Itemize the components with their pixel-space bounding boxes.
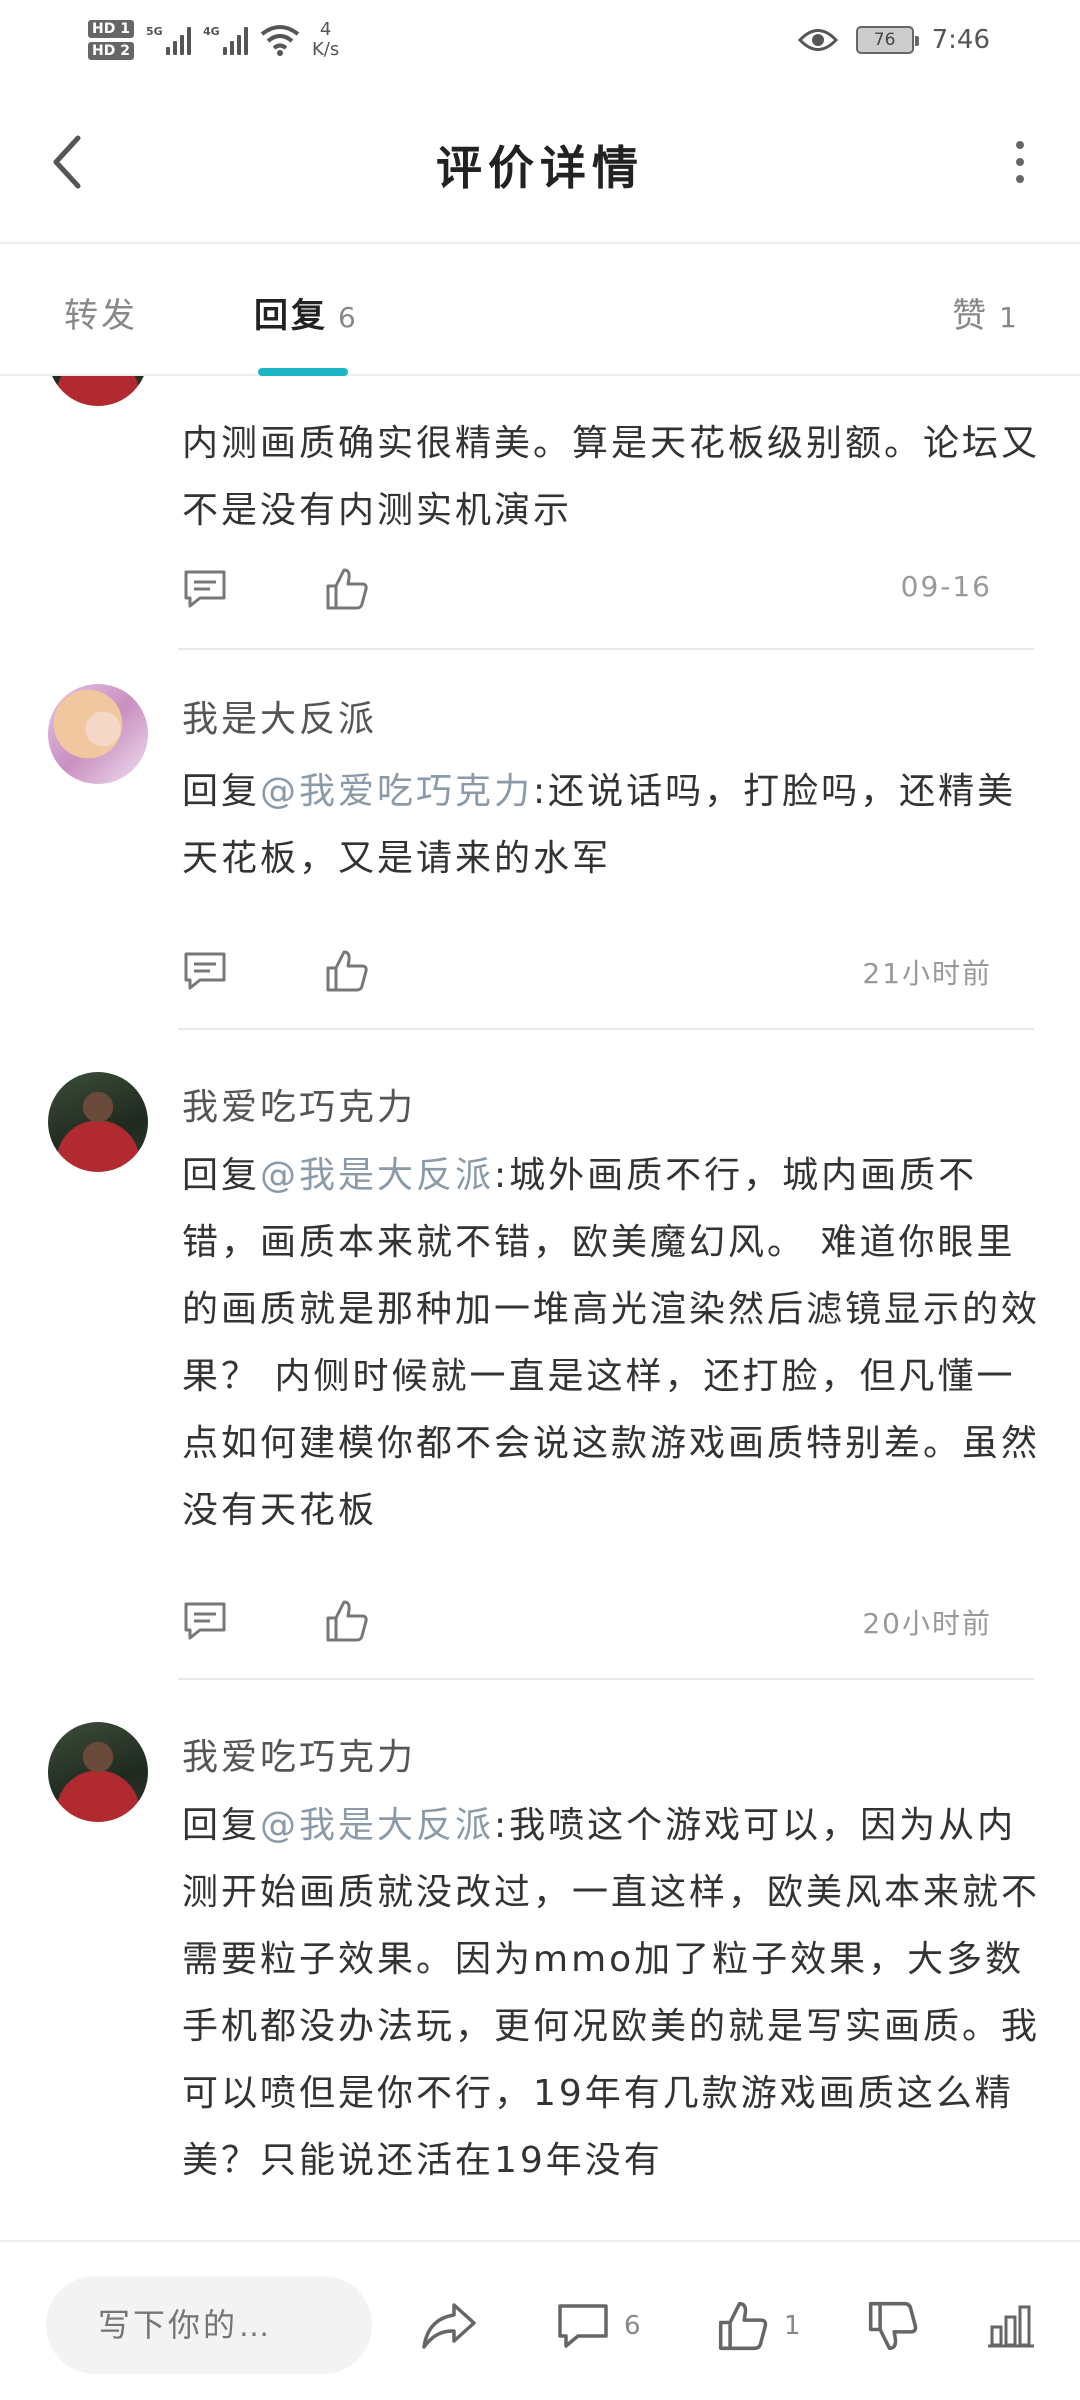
comment-count: 6 xyxy=(624,2311,641,2341)
hd2-badge: HD 2 xyxy=(88,42,134,60)
like-button[interactable]: 1 xyxy=(716,2294,801,2358)
signal-sim1-icon: 5G xyxy=(146,25,191,55)
comment-username[interactable]: 我爱吃巧克力 xyxy=(182,1728,416,1780)
reply-icon[interactable] xyxy=(182,566,228,612)
comment-list: 内测画质确实很精美。算是天花板级别额。论坛又不是没有内测实机演示 09-16 我… xyxy=(0,376,1080,2240)
share-button[interactable] xyxy=(420,2294,478,2358)
comment-icon xyxy=(558,2304,608,2348)
active-tab-indicator xyxy=(258,368,348,376)
comment-time: 20小时前 xyxy=(862,1607,992,1640)
avatar[interactable] xyxy=(48,376,148,406)
sim2-network-label: 4G xyxy=(202,25,220,38)
tab-like-count: 1 xyxy=(999,301,1020,334)
mention-link[interactable]: @我是大反派 xyxy=(260,1805,494,1846)
stats-button[interactable] xyxy=(986,2294,1036,2358)
thumbs-up-icon xyxy=(718,2301,768,2351)
comment-time: 09-16 xyxy=(900,570,992,603)
avatar[interactable] xyxy=(48,684,148,784)
comment-text: 回复@我是大反派:我喷这个游戏可以，因为从内测开始画质就没改过，一直这样，欧美风… xyxy=(182,1792,1042,2194)
signal-sim2-icon: 4G xyxy=(203,25,248,55)
comment-time: 21小时前 xyxy=(862,957,992,990)
bar-chart-icon xyxy=(988,2305,1034,2348)
sim1-network-label: 5G xyxy=(145,25,163,38)
wifi-icon xyxy=(260,25,300,56)
battery-level: 76 xyxy=(873,30,896,50)
bottom-action-bar: 6 1 xyxy=(0,2240,1080,2400)
status-bar: HD 1 HD 2 5G 4G 4 K/s 76 7:46 xyxy=(0,0,1080,80)
reply-icon[interactable] xyxy=(182,1598,228,1644)
hd1-badge: HD 1 xyxy=(88,20,134,38)
comment-item: 我爱吃巧克力 回复@我是大反派:我喷这个游戏可以，因为从内测开始画质就没改过，一… xyxy=(0,1680,1080,2240)
tab-bar: 转发 回复 6 赞1 xyxy=(0,244,1080,376)
comment-username[interactable]: 我爱吃巧克力 xyxy=(182,1078,416,1130)
comment-item: 我爱吃巧克力 回复@我是大反派:城外画质不行，城内画质不错，画质本来就不错，欧美… xyxy=(0,1030,1080,1680)
network-speed: 4 K/s xyxy=(312,20,339,60)
like-icon[interactable] xyxy=(324,948,370,994)
comment-text: 回复@我爱吃巧克力:还说话吗，打脸吗，还精美天花板，又是请来的水军 xyxy=(182,758,1042,892)
dislike-button[interactable] xyxy=(866,2294,920,2358)
like-icon[interactable] xyxy=(324,566,370,612)
status-right: 76 7:46 xyxy=(797,18,990,62)
page-title: 评价详情 xyxy=(436,141,644,195)
status-left: HD 1 HD 2 5G 4G 4 K/s xyxy=(88,10,339,70)
like-count: 1 xyxy=(784,2311,801,2341)
comment-button[interactable]: 6 xyxy=(556,2294,641,2358)
tab-forward-label: 转发 xyxy=(64,296,138,336)
avatar[interactable] xyxy=(48,1722,148,1822)
eye-icon xyxy=(797,29,838,51)
clock: 7:46 xyxy=(931,25,990,55)
hd-indicators: HD 1 HD 2 xyxy=(88,20,134,60)
more-dot-icon xyxy=(1016,158,1024,166)
tab-forward[interactable]: 转发 xyxy=(64,288,138,337)
tab-reply-label: 回复 xyxy=(254,296,328,336)
more-dot-icon xyxy=(1016,175,1024,183)
tab-reply[interactable]: 回复 6 xyxy=(254,288,359,337)
comment-body: 内测画质确实很精美。算是天花板级别额。论坛又不是没有内测实机演示 xyxy=(182,423,1041,531)
comment-actions: 21小时前 xyxy=(182,940,1042,1000)
reply-prefix: 回复 xyxy=(182,1155,261,1196)
comment-actions: 09-16 xyxy=(182,558,1042,618)
thumbs-down-icon xyxy=(868,2301,918,2351)
comment-text: 内测画质确实很精美。算是天花板级别额。论坛又不是没有内测实机演示 xyxy=(182,410,1042,544)
battery-icon: 76 xyxy=(855,26,919,54)
like-icon[interactable] xyxy=(324,1598,370,1644)
title-bar: 评价详情 xyxy=(0,80,1080,244)
comment-body: :城外画质不行，城内画质不错，画质本来就不错，欧美魔幻风。 难道你眼里的画质就是… xyxy=(182,1155,1041,1531)
share-icon xyxy=(422,2303,476,2349)
avatar[interactable] xyxy=(48,1072,148,1172)
comment-input[interactable] xyxy=(46,2276,372,2374)
comment-item: 我是大反派 回复@我爱吃巧克力:还说话吗，打脸吗，还精美天花板，又是请来的水军 … xyxy=(0,650,1080,1030)
more-options-button[interactable] xyxy=(1000,130,1040,194)
reply-icon[interactable] xyxy=(182,948,228,994)
tab-like-label: 赞 xyxy=(952,296,990,336)
reply-prefix: 回复 xyxy=(182,771,261,812)
comment-actions: 20小时前 xyxy=(182,1590,1042,1650)
mention-link[interactable]: @我爱吃巧克力 xyxy=(260,771,533,812)
comment-username[interactable]: 我是大反派 xyxy=(182,690,377,742)
comment-body: :我喷这个游戏可以，因为从内测开始画质就没改过，一直这样，欧美风本来就不需要粒子… xyxy=(182,1805,1041,2181)
more-dot-icon xyxy=(1016,141,1024,149)
comment-text: 回复@我是大反派:城外画质不行，城内画质不错，画质本来就不错，欧美魔幻风。 难道… xyxy=(182,1142,1042,1544)
network-speed-value: 4 xyxy=(319,19,332,40)
network-speed-unit: K/s xyxy=(311,39,340,60)
tab-reply-count: 6 xyxy=(338,301,359,334)
tab-like[interactable]: 赞1 xyxy=(952,288,1020,337)
reply-prefix: 回复 xyxy=(182,1805,261,1846)
mention-link[interactable]: @我是大反派 xyxy=(260,1155,494,1196)
